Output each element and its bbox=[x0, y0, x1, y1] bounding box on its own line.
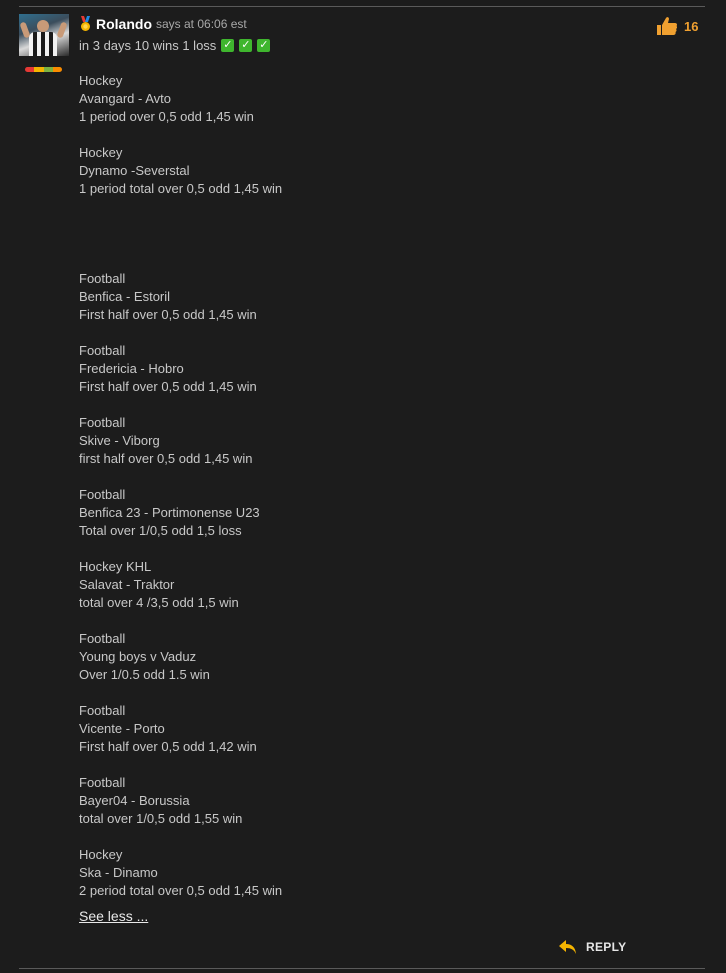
username[interactable]: Rolando bbox=[96, 16, 152, 32]
tip-entry: Hockey Dynamo -Severstal 1 period total … bbox=[79, 144, 282, 198]
tip-bet: 1 period over 0,5 odd 1,45 win bbox=[79, 109, 254, 124]
avatar[interactable] bbox=[19, 14, 69, 56]
tip-sport: Football bbox=[79, 703, 126, 718]
tip-sport: Hockey bbox=[79, 847, 123, 862]
tip-entry: Football Fredericia - Hobro First half o… bbox=[79, 342, 257, 396]
rank-segment bbox=[25, 67, 35, 72]
tip-sport: Football bbox=[79, 415, 126, 430]
like-button[interactable]: 16 bbox=[656, 16, 698, 36]
tip-bet: 1 period total over 0,5 odd 1,45 win bbox=[79, 181, 283, 196]
tip-match: Salavat - Traktor bbox=[79, 577, 175, 592]
tip-sport: Hockey bbox=[79, 73, 123, 88]
tip-match: Skive - Viborg bbox=[79, 433, 160, 448]
tip-match: Benfica 23 - Portimonense U23 bbox=[79, 505, 260, 520]
tip-bet: total over 1/0,5 odd 1,55 win bbox=[79, 811, 243, 826]
tip-match: Ska - Dinamo bbox=[79, 865, 158, 880]
tip-match: Bayer04 - Borussia bbox=[79, 793, 190, 808]
tip-sport: Football bbox=[79, 631, 126, 646]
tip-entry: Hockey Ska - Dinamo 2 period total over … bbox=[79, 846, 282, 900]
comment-summary: in 3 days 10 wins 1 loss bbox=[79, 37, 217, 53]
check-icon: ✓ bbox=[221, 38, 235, 52]
comment-timestamp: says at 06:06 est bbox=[156, 17, 247, 31]
tip-bet: total over 4 /3,5 odd 1,5 win bbox=[79, 595, 239, 610]
comment-summary-line: in 3 days 10 wins 1 loss ✓ ✓ ✓ bbox=[79, 36, 271, 54]
tip-sport: Hockey KHL bbox=[79, 559, 152, 574]
medal-icon bbox=[81, 16, 90, 31]
rank-segment bbox=[34, 67, 44, 72]
tip-bet: First half over 0,5 odd 1,45 win bbox=[79, 379, 257, 394]
tip-sport: Football bbox=[79, 271, 126, 286]
rank-bar bbox=[25, 67, 62, 72]
tip-bet: First half over 0,5 odd 1,45 win bbox=[79, 307, 257, 322]
tip-match: Benfica - Estoril bbox=[79, 289, 171, 304]
like-count: 16 bbox=[684, 18, 699, 34]
tip-entry: Football Benfica 23 - Portimonense U23 T… bbox=[79, 486, 260, 540]
tip-entry: Hockey Avangard - Avto 1 period over 0,5… bbox=[79, 72, 254, 126]
tip-entry: Football Vicente - Porto First half over… bbox=[79, 702, 257, 756]
tip-entry: Hockey KHL Salavat - Traktor total over … bbox=[79, 558, 239, 612]
check-icon: ✓ bbox=[239, 38, 253, 52]
tip-bet: Over 1/0.5 odd 1.5 win bbox=[79, 667, 210, 682]
reply-button[interactable]: REPLY bbox=[559, 939, 626, 955]
tip-entry: Football Bayer04 - Borussia total over 1… bbox=[79, 774, 242, 828]
tip-match: Vicente - Porto bbox=[79, 721, 165, 736]
tip-sport: Football bbox=[79, 775, 126, 790]
tip-entry: Football Benfica - Estoril First half ov… bbox=[79, 270, 257, 324]
see-less-link[interactable]: See less ... bbox=[79, 908, 148, 924]
tip-match: Fredericia - Hobro bbox=[79, 361, 184, 376]
thumbs-up-icon bbox=[657, 17, 678, 35]
bottom-divider bbox=[19, 968, 705, 969]
reply-label: REPLY bbox=[586, 940, 627, 954]
reply-arrow-icon bbox=[559, 940, 576, 954]
tip-bet: first half over 0,5 odd 1,45 win bbox=[79, 451, 253, 466]
tip-sport: Football bbox=[79, 487, 126, 502]
tip-bet: Total over 1/0,5 odd 1,5 loss bbox=[79, 523, 242, 538]
rank-segment bbox=[52, 67, 62, 72]
tip-match: Avangard - Avto bbox=[79, 91, 172, 106]
tip-bet: First half over 0,5 odd 1,42 win bbox=[79, 739, 257, 754]
check-icon: ✓ bbox=[257, 38, 271, 52]
tip-bet: 2 period total over 0,5 odd 1,45 win bbox=[79, 883, 283, 898]
rank-segment bbox=[43, 67, 53, 72]
tip-sport: Football bbox=[79, 343, 126, 358]
tip-sport: Hockey bbox=[79, 145, 123, 160]
tip-match: Dynamo -Severstal bbox=[79, 163, 190, 178]
tip-match: Young boys v Vaduz bbox=[79, 649, 197, 664]
tip-entry: Football Skive - Viborg first half over … bbox=[79, 414, 252, 468]
tip-entry: Football Young boys v Vaduz Over 1/0.5 o… bbox=[79, 630, 210, 684]
top-divider bbox=[19, 6, 705, 7]
comment-header: Rolando says at 06:06 est bbox=[79, 15, 247, 33]
